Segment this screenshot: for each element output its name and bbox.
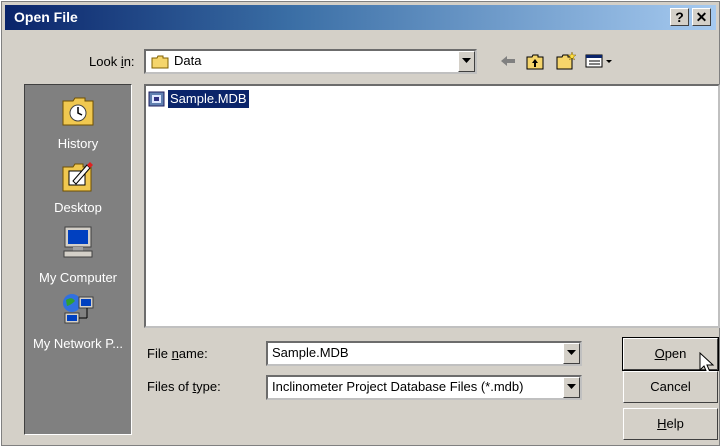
files-of-type-label: Files of type:	[147, 379, 221, 394]
back-arrow-icon[interactable]	[499, 54, 517, 68]
window-title: Open File	[14, 9, 78, 25]
files-of-type-dropdown-arrow[interactable]	[563, 377, 580, 398]
file-name-input[interactable]: Sample.MDB	[266, 341, 582, 366]
look-in-combo[interactable]: Data	[144, 49, 477, 74]
open-file-dialog: Open File ? ✕ Look in: Data History Desk…	[1, 1, 720, 446]
file-name-dropdown-arrow[interactable]	[563, 343, 580, 364]
place-network[interactable]: My Network P...	[25, 289, 131, 351]
help-title-button[interactable]: ?	[670, 8, 689, 26]
cancel-button[interactable]: Cancel	[623, 371, 718, 403]
history-icon	[62, 97, 94, 126]
folder-icon	[151, 55, 169, 69]
network-places-icon	[63, 294, 94, 324]
place-history[interactable]: History	[25, 91, 131, 153]
places-bar: History Desktop My Computer My Network P…	[24, 84, 132, 435]
view-menu-icon[interactable]	[585, 54, 613, 68]
database-file-icon	[148, 91, 165, 107]
look-in-value: Data	[174, 53, 202, 68]
look-in-label: Look in:	[89, 54, 135, 69]
place-desktop[interactable]: Desktop	[25, 157, 131, 219]
look-in-dropdown-arrow[interactable]	[458, 51, 475, 72]
my-computer-icon	[63, 226, 93, 258]
new-folder-icon[interactable]	[556, 51, 576, 70]
up-folder-icon[interactable]	[526, 54, 544, 70]
place-my-computer[interactable]: My Computer	[25, 223, 131, 285]
file-name-sample: Sample.MDB	[168, 90, 249, 108]
help-button[interactable]: Help	[623, 408, 718, 440]
file-name-label: File name:	[147, 346, 208, 361]
files-of-type-select[interactable]: Inclinometer Project Database Files (*.m…	[266, 375, 582, 400]
title-bar: Open File ? ✕	[5, 5, 716, 30]
desktop-icon	[62, 162, 93, 192]
file-list[interactable]: Sample.MDB	[144, 84, 720, 328]
close-title-button[interactable]: ✕	[692, 8, 711, 26]
